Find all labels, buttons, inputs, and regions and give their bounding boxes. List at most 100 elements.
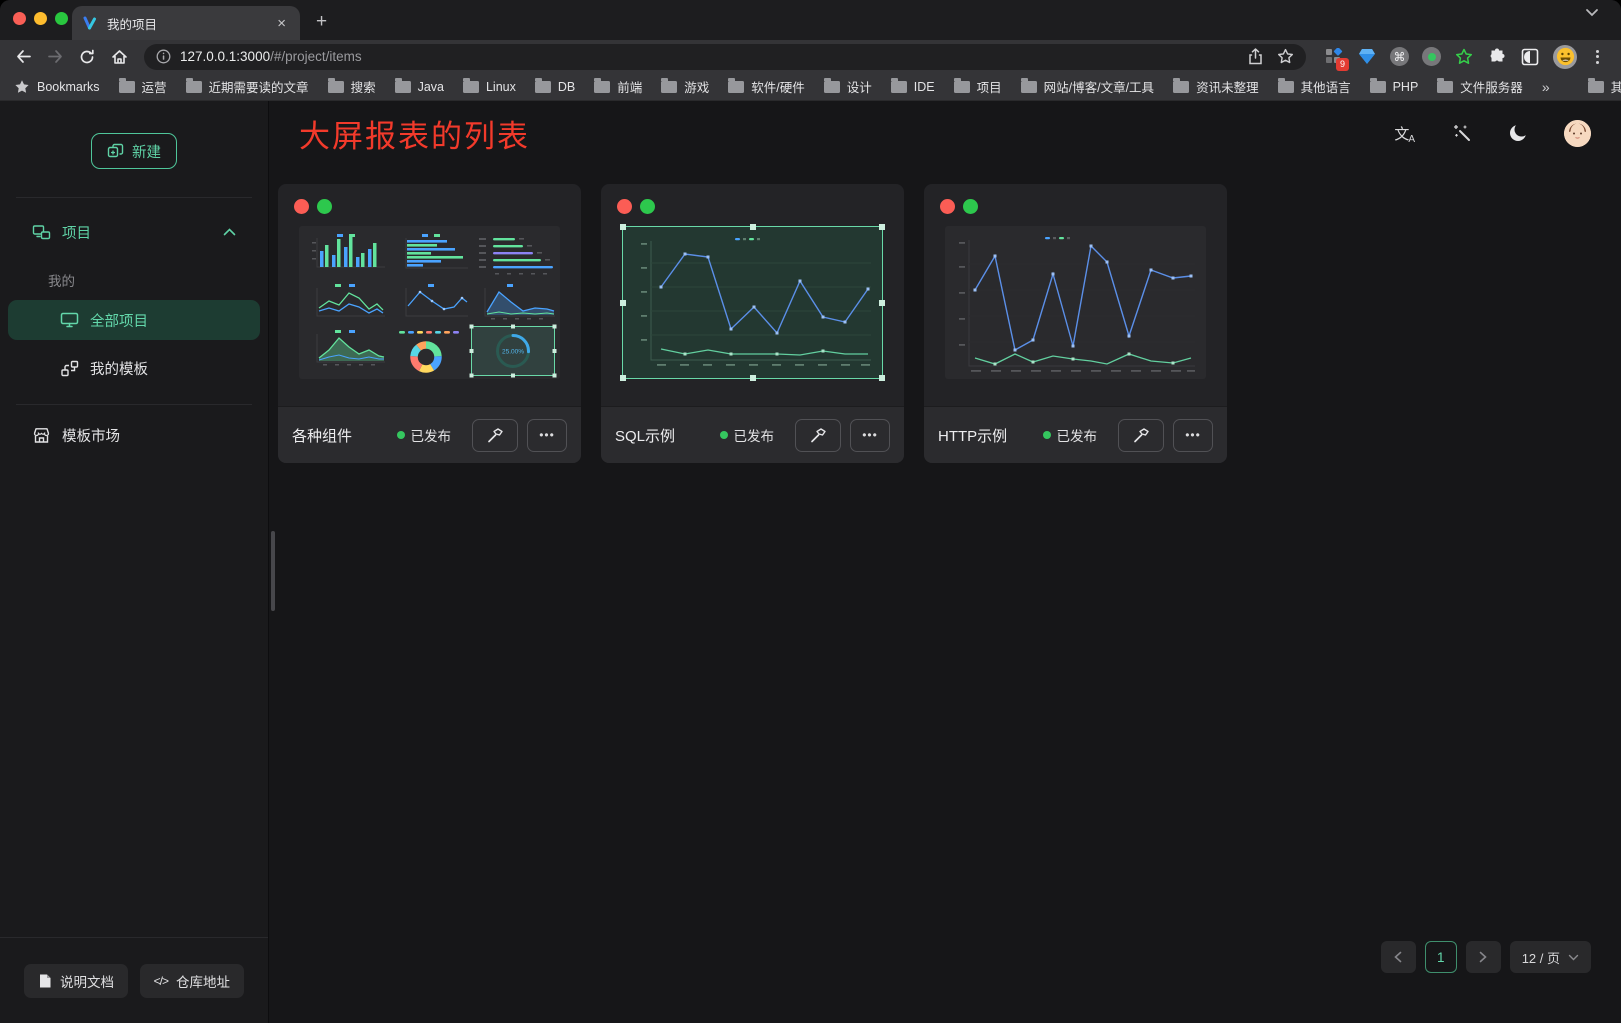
user-avatar[interactable] — [1564, 120, 1591, 147]
project-card-list: 25.00% 各种组件 已发布 — [269, 165, 1621, 463]
bookmark-folder[interactable]: 搜索 — [328, 77, 376, 96]
forward-icon[interactable] — [42, 44, 68, 70]
docs-button[interactable]: 说明文档 — [24, 964, 128, 998]
bookmark-folder[interactable]: 设计 — [824, 77, 872, 96]
site-info-icon[interactable] — [156, 49, 171, 64]
dark-reader-icon[interactable] — [1520, 47, 1540, 67]
page-number-button[interactable]: 1 — [1425, 941, 1457, 973]
bookmark-folder[interactable]: Linux — [463, 80, 516, 94]
bookmark-folder[interactable]: 软件/硬件 — [728, 77, 804, 96]
card-preview-charts: 25.00% — [299, 226, 560, 379]
red-dot — [940, 199, 955, 214]
chevron-up-icon[interactable] — [223, 228, 236, 236]
extension-star-icon[interactable] — [1454, 47, 1474, 67]
bookmarks-manager[interactable]: Bookmarks — [14, 79, 100, 94]
more-actions-button[interactable]: ••• — [527, 419, 567, 452]
sidebar-item-template-market[interactable]: 模板市场 — [8, 415, 260, 455]
zoom-window-button[interactable] — [55, 12, 68, 25]
scrollbar-thumb[interactable] — [271, 531, 275, 611]
extensions-puzzle-icon[interactable] — [1487, 47, 1507, 67]
repo-button[interactable]: </> 仓库地址 — [140, 964, 244, 998]
bookmark-folder[interactable]: 运营 — [119, 77, 167, 96]
theme-wand-icon[interactable] — [1452, 123, 1472, 143]
gauge-value: 25.00% — [502, 349, 524, 356]
bookmark-folder[interactable]: 近期需要读的文章 — [186, 77, 309, 96]
card-traffic-dots — [601, 184, 904, 214]
chrome-menu-icon[interactable] — [1590, 50, 1605, 64]
bookmark-folder[interactable]: 其他语言 — [1278, 77, 1351, 96]
extension-gem-icon[interactable] — [1357, 47, 1377, 67]
chevron-right-icon — [1479, 951, 1487, 963]
bookmark-folder[interactable]: IDE — [891, 80, 935, 94]
document-icon — [38, 973, 52, 989]
bookmark-folder[interactable]: DB — [535, 80, 575, 94]
edit-project-button[interactable] — [1118, 419, 1164, 452]
card-preview-chart-selected — [622, 226, 883, 379]
bookmark-folder[interactable]: 项目 — [954, 77, 1002, 96]
sidebar-item-all-projects[interactable]: 全部项目 — [8, 300, 260, 340]
code-icon: </> — [154, 974, 168, 988]
folder-icon — [463, 81, 479, 93]
card-traffic-dots — [924, 184, 1227, 214]
edit-project-button[interactable] — [472, 419, 518, 452]
bookmark-folder[interactable]: 网站/博客/文章/工具 — [1021, 77, 1154, 96]
extension-cmd-icon[interactable]: ⌘ — [1390, 47, 1409, 66]
language-icon[interactable]: 文A — [1394, 123, 1416, 144]
template-flow-icon — [60, 360, 79, 377]
folder-icon — [328, 81, 344, 93]
other-bookmarks[interactable]: 其他书签 — [1588, 77, 1621, 96]
bookmark-folder[interactable]: Java — [395, 80, 444, 94]
home-icon[interactable] — [106, 44, 132, 70]
bookmarks-overflow-chevron[interactable]: » — [1542, 79, 1550, 95]
sidebar-item-project[interactable]: 项目 — [8, 212, 260, 252]
next-page-button[interactable] — [1466, 941, 1501, 973]
sidebar-item-my-templates[interactable]: 我的模板 — [8, 348, 260, 388]
share-icon[interactable] — [1248, 48, 1263, 65]
minimize-window-button[interactable] — [34, 12, 47, 25]
address-bar[interactable]: 127.0.0.1:3000/#/project/items — [144, 44, 1306, 70]
folder-icon — [728, 81, 744, 93]
reload-icon[interactable] — [74, 44, 100, 70]
bookmark-folder[interactable]: 游戏 — [661, 77, 709, 96]
status-badge: 已发布 — [720, 425, 775, 445]
back-icon[interactable] — [10, 44, 36, 70]
chevron-left-icon — [1394, 951, 1402, 963]
bookmark-folder[interactable]: 资讯未整理 — [1173, 77, 1259, 96]
bookmark-star-icon[interactable] — [1277, 48, 1294, 65]
folder-icon — [891, 81, 907, 93]
extension-record-icon[interactable] — [1422, 47, 1441, 66]
ellipsis-icon: ••• — [1185, 428, 1201, 442]
prev-page-button[interactable] — [1381, 941, 1416, 973]
page-size-select[interactable]: 12 / 页 — [1510, 941, 1591, 973]
traffic-lights — [13, 12, 68, 25]
more-actions-button[interactable]: ••• — [850, 419, 890, 452]
project-title: HTTP示例 — [938, 425, 1043, 446]
new-project-button[interactable]: 新建 — [91, 133, 177, 169]
edit-project-button[interactable] — [795, 419, 841, 452]
hammer-icon — [1132, 426, 1150, 444]
folder-icon — [1278, 81, 1294, 93]
tab-title: 我的项目 — [107, 14, 273, 33]
profile-avatar-icon[interactable] — [1553, 45, 1577, 69]
new-tab-button[interactable]: + — [316, 11, 327, 33]
red-dot — [294, 199, 309, 214]
tab-search-chevron-icon[interactable] — [1585, 8, 1599, 17]
browser-tab[interactable]: 我的项目 × — [72, 6, 300, 40]
dark-mode-moon-icon[interactable] — [1508, 123, 1528, 143]
folder-icon — [1588, 81, 1604, 93]
card-footer: 各种组件 已发布 ••• — [278, 406, 581, 463]
pagination: 1 12 / 页 — [1381, 941, 1591, 973]
tab-close-icon[interactable]: × — [273, 15, 290, 32]
new-copy-icon — [107, 143, 124, 160]
project-card[interactable]: 25.00% 各种组件 已发布 — [278, 184, 581, 463]
bookmark-folder[interactable]: 文件服务器 — [1437, 77, 1523, 96]
folder-icon — [186, 81, 202, 93]
more-actions-button[interactable]: ••• — [1173, 419, 1213, 452]
bookmark-folder[interactable]: 前端 — [594, 77, 642, 96]
project-card[interactable]: HTTP示例 已发布 ••• — [924, 184, 1227, 463]
project-card[interactable]: SQL示例 已发布 ••• — [601, 184, 904, 463]
bookmark-folder[interactable]: PHP — [1370, 80, 1419, 94]
extension-grid-icon[interactable]: 9 — [1324, 47, 1344, 67]
close-window-button[interactable] — [13, 12, 26, 25]
project-title: 各种组件 — [292, 425, 397, 446]
